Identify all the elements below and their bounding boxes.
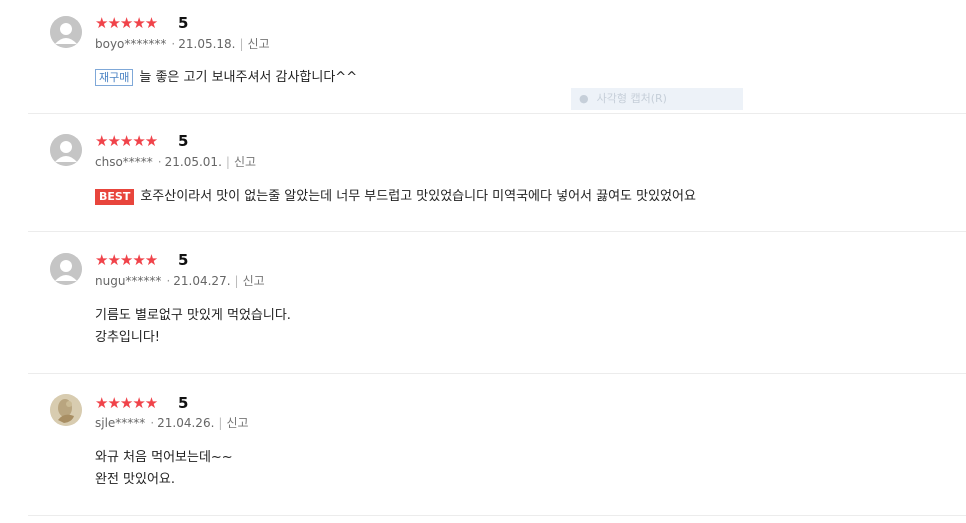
reviewer-id: boyo*******	[95, 37, 167, 51]
review-line: 강추입니다!	[95, 330, 161, 345]
divider	[28, 113, 966, 114]
review-text: 기름도 별로없구 맛있게 먹었습니다. 강추입니다!	[95, 305, 291, 349]
report-link[interactable]: 신고	[234, 155, 256, 169]
review-line: 기름도 별로없구 맛있게 먹었습니다.	[95, 308, 291, 323]
rebuy-tag: 재구매	[95, 69, 134, 86]
report-link[interactable]: 신고	[243, 274, 265, 288]
reviewer-id: chso*****	[95, 155, 153, 169]
avatar	[50, 253, 82, 285]
review-text: 재구매 늘 좋은 고기 보내주셔서 감사합니다^^	[95, 67, 357, 89]
avatar	[50, 394, 82, 426]
review-date: 21.05.18.	[178, 37, 236, 51]
rating-score: 5	[178, 14, 189, 32]
rating-stars: ★★★★★	[95, 14, 158, 32]
review-date: 21.05.01.	[164, 155, 222, 169]
rating-stars: ★★★★★	[95, 394, 158, 412]
review-meta: nugu****** · 21.04.27. | 신고	[95, 274, 265, 288]
review-text: 와규 처음 먹어보는데~~ 완전 맛있어요.	[95, 447, 233, 491]
rating-score: 5	[178, 394, 189, 412]
capture-hint-label: 사각형 캡처(R)	[596, 92, 667, 105]
rating-score: 5	[178, 132, 189, 150]
avatar	[50, 16, 82, 48]
review-line: 완전 맛있어요.	[95, 472, 176, 487]
report-link[interactable]: 신고	[226, 416, 248, 430]
review-line: 와규 처음 먹어보는데~~	[95, 450, 233, 465]
reviewer-id: sjle*****	[95, 416, 146, 430]
review-date: 21.04.27.	[173, 274, 231, 288]
rating-stars: ★★★★★	[95, 251, 158, 269]
best-tag: BEST	[95, 188, 135, 205]
review-line: 호주산이라서 맛이 없는줄 알았는데 너무 부드럽고 맛있었습니다 미역국에다 …	[140, 189, 696, 204]
avatar	[50, 134, 82, 166]
divider	[28, 231, 966, 232]
review-meta: sjle***** · 21.04.26. | 신고	[95, 416, 249, 430]
report-link[interactable]: 신고	[248, 37, 270, 51]
divider	[28, 515, 966, 516]
review-meta: boyo******* · 21.05.18. | 신고	[95, 37, 270, 51]
review-date: 21.04.26.	[157, 416, 215, 430]
review-text: BEST 호주산이라서 맛이 없는줄 알았는데 너무 부드럽고 맛있었습니다 미역…	[95, 186, 696, 208]
reviewer-id: nugu******	[95, 274, 162, 288]
rating-stars: ★★★★★	[95, 132, 158, 150]
divider	[28, 373, 966, 374]
capture-hint: ● 사각형 캡처(R)	[571, 88, 743, 110]
review-line: 늘 좋은 고기 보내주셔서 감사합니다^^	[139, 70, 358, 85]
rating-score: 5	[178, 251, 189, 269]
capture-icon: ●	[579, 92, 589, 105]
review-meta: chso***** · 21.05.01. | 신고	[95, 155, 257, 169]
